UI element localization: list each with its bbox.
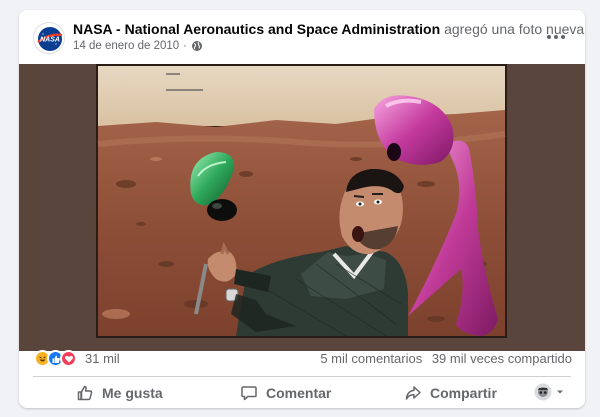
meta-separator: ·	[183, 40, 187, 52]
post-meta: 14 de enero de 2010 ·	[73, 40, 203, 52]
svg-text:NASA: NASA	[40, 37, 60, 44]
post-stats: 31 mil 5 mil comentarios 39 mil veces co…	[19, 346, 585, 376]
more-dot	[561, 35, 565, 39]
post-photo-container[interactable]	[19, 64, 585, 351]
post-header: NASA NASA - National Aeronautics and Spa…	[19, 10, 585, 62]
more-options-button[interactable]	[543, 28, 569, 46]
globe-icon	[192, 41, 202, 51]
post-date[interactable]: 14 de enero de 2010	[73, 40, 179, 52]
comment-button[interactable]: Comentar	[240, 377, 331, 408]
like-label: Me gusta	[102, 384, 163, 401]
share-arrow-icon	[405, 385, 421, 400]
comment-icon	[241, 385, 257, 400]
post-as-selector[interactable]	[534, 383, 565, 401]
comments-count[interactable]: 5 mil comentarios	[320, 351, 422, 366]
post-photo[interactable]	[96, 64, 507, 338]
shares-count[interactable]: 39 mil veces compartido	[432, 351, 572, 366]
page-name-link[interactable]: NASA - National Aeronautics and Space Ad…	[73, 21, 440, 37]
user-avatar-icon	[534, 383, 552, 401]
caret-down-icon	[557, 390, 563, 394]
share-label: Compartir	[430, 384, 497, 401]
post-title-line: NASA - National Aeronautics and Space Ad…	[73, 21, 585, 37]
reaction-icons[interactable]	[34, 350, 77, 367]
like-button[interactable]: Me gusta	[76, 377, 163, 408]
love-icon	[60, 350, 77, 367]
more-dot	[547, 35, 551, 39]
nasa-logo-icon: NASA	[37, 27, 63, 51]
reactions-count[interactable]: 31 mil	[85, 351, 120, 366]
engagement-counts: 5 mil comentarios 39 mil veces compartid…	[320, 351, 572, 366]
thumbs-up-icon	[77, 385, 93, 400]
more-dot	[554, 35, 558, 39]
post-actions: Me gusta Comentar Compartir	[19, 377, 585, 408]
share-button[interactable]: Compartir	[404, 377, 497, 408]
page-avatar[interactable]: NASA	[33, 22, 65, 54]
mars-greenscreen-photo	[96, 64, 507, 338]
comment-label: Comentar	[266, 384, 332, 401]
post-card: NASA NASA - National Aeronautics and Spa…	[19, 10, 585, 408]
